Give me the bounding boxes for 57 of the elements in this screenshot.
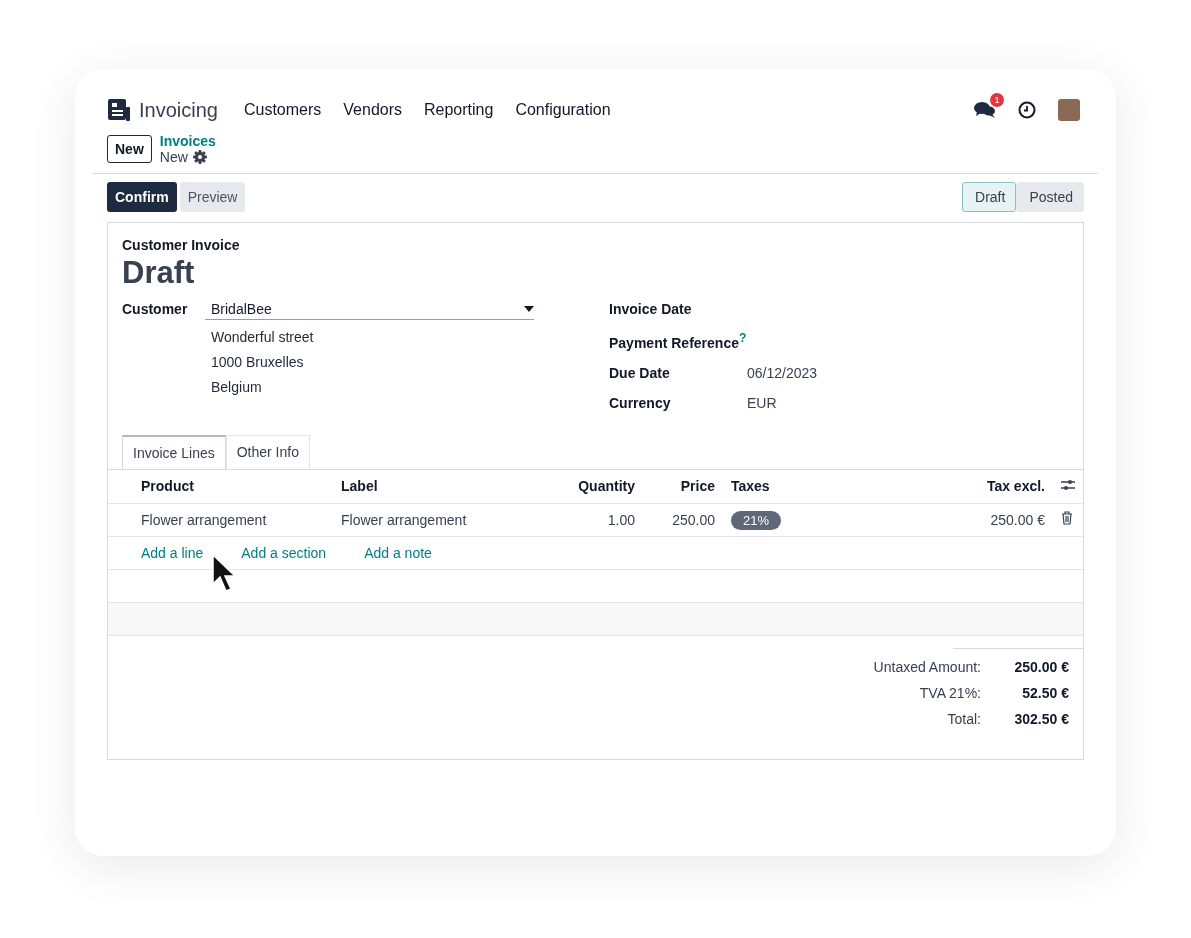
breadcrumb-current: New — [159, 149, 188, 165]
invoice-app-icon — [107, 98, 131, 122]
secondary-button[interactable]: Preview — [179, 182, 246, 212]
primary-button[interactable]: Confirm — [107, 182, 177, 212]
status-step[interactable]: Draft — [962, 182, 1017, 212]
chat-icon[interactable] — [974, 101, 996, 119]
add-link[interactable]: Add a section — [241, 544, 327, 561]
total-label: Untaxed Amount: — [873, 658, 981, 675]
column-header: Taxes — [723, 469, 843, 504]
column-header: Price — [643, 469, 723, 504]
add-link[interactable]: Add a note — [364, 544, 432, 561]
trash-icon[interactable] — [1061, 511, 1073, 526]
field-label: Due Date — [609, 364, 671, 381]
column-header: Label — [333, 469, 553, 504]
menu-item[interactable]: Vendors — [343, 101, 402, 119]
total-value: 302.50 € — [1013, 710, 1069, 727]
total-label: Total: — [946, 710, 981, 727]
breadcrumb-link[interactable]: Invoices — [159, 133, 216, 149]
column-header: Product — [108, 469, 333, 504]
app-name[interactable]: Invoicing — [139, 98, 218, 122]
total-value: 250.00 € — [1013, 658, 1069, 675]
status-step[interactable]: Posted — [1016, 182, 1084, 212]
column-header: Quantity — [553, 469, 643, 504]
add-link[interactable]: Add a line — [141, 544, 204, 561]
total-label: TVA 21%: — [918, 684, 981, 701]
table-cell: Flower arrangement — [108, 503, 333, 537]
sliders-icon[interactable] — [1061, 479, 1075, 492]
table-cell: 250.00 — [643, 503, 723, 537]
new-button[interactable]: New — [107, 135, 152, 163]
menu-item[interactable]: Customers — [243, 101, 322, 119]
field-label: Currency — [609, 394, 672, 411]
clock-icon[interactable] — [1018, 101, 1036, 119]
field-label: Payment Reference$^{?}$ — [609, 331, 747, 351]
field-value: 06/12/2023 — [747, 364, 819, 381]
notification-count: 1 — [990, 93, 1004, 107]
caret-icon — [524, 306, 534, 312]
tab[interactable]: Invoice Lines — [122, 434, 226, 470]
field-label: Customer — [122, 301, 189, 317]
address-line: 1000 Bruxelles — [211, 354, 305, 370]
total-value: 52.50 € — [1021, 684, 1069, 701]
tax-tag: 21% — [731, 510, 782, 530]
tab[interactable]: Other Info — [225, 434, 310, 470]
table-cell: 1.00 — [553, 503, 643, 537]
table-cell: Flower arrangement — [333, 503, 553, 537]
field-label: Invoice Date — [609, 301, 693, 317]
menu-item[interactable]: Configuration — [515, 101, 611, 119]
document-title: Draft — [122, 255, 196, 291]
table-cell: 250.00 € — [843, 503, 1053, 537]
customer-select[interactable]: BridalBee — [205, 301, 534, 320]
help-tooltip[interactable]: ? — [738, 331, 747, 345]
document-type: Customer Invoice — [122, 237, 241, 253]
address-line: Wonderful street — [211, 329, 315, 345]
field-value: EUR — [747, 394, 778, 411]
column-header: Tax excl. — [843, 469, 1053, 504]
address-line: Belgium — [211, 379, 263, 395]
menu-item[interactable]: Reporting — [424, 101, 494, 119]
settings-icon[interactable] — [192, 150, 207, 164]
